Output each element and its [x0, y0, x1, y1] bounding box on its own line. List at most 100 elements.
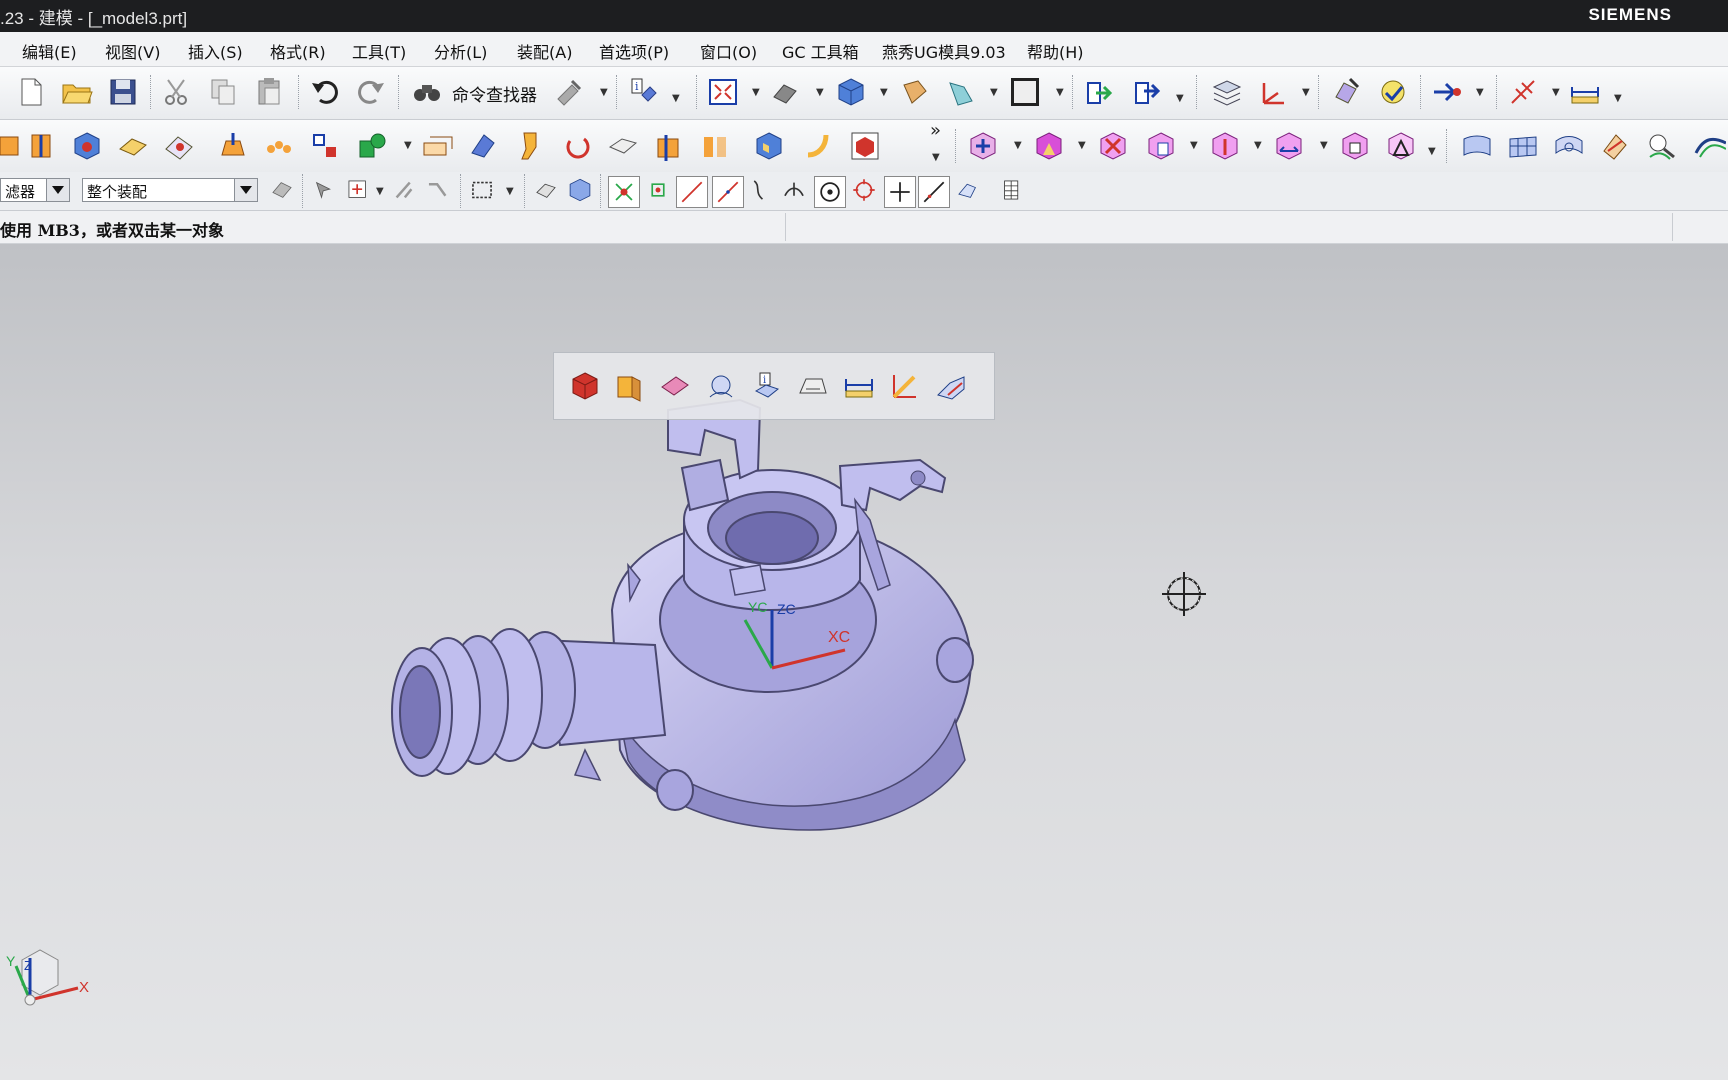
- layer-settings-icon[interactable]: [1210, 75, 1244, 109]
- mold-copy-face-icon[interactable]: [1144, 129, 1178, 163]
- mold-delete-face-icon[interactable]: [1096, 129, 1130, 163]
- chevron-down-icon[interactable]: [46, 179, 69, 201]
- face-icon[interactable]: [116, 129, 150, 163]
- cut-icon[interactable]: [160, 75, 194, 109]
- tube-icon[interactable]: [802, 129, 836, 163]
- menu-edit[interactable]: 编辑(E): [22, 39, 77, 63]
- snap-quadrant-icon[interactable]: [850, 176, 878, 204]
- move-component-icon[interactable]: [1082, 75, 1116, 109]
- shell-icon[interactable]: [752, 129, 786, 163]
- binoculars-icon[interactable]: [410, 75, 444, 109]
- snap-arc-center-icon[interactable]: [814, 176, 846, 208]
- boolean-subtract-icon[interactable]: [848, 129, 882, 163]
- dropdown-arrow-icon[interactable]: ▼: [880, 87, 888, 98]
- menu-window[interactable]: 窗口(O): [700, 39, 757, 63]
- revolve-icon[interactable]: [24, 129, 58, 163]
- dropdown-arrow-icon[interactable]: ▼: [1056, 87, 1064, 98]
- dropdown-arrow-icon[interactable]: ▼: [1320, 140, 1328, 151]
- measure-distance-icon[interactable]: [1568, 75, 1602, 109]
- measure-angle-icon[interactable]: [888, 369, 922, 403]
- sweep-icon[interactable]: [514, 129, 548, 163]
- menu-gc-toolbox[interactable]: GC 工具箱: [782, 39, 859, 63]
- follow-chain-icon[interactable]: [424, 176, 452, 204]
- measure-distance-icon[interactable]: [842, 369, 876, 403]
- menu-assembly[interactable]: 装配(A): [517, 39, 572, 63]
- dropdown-arrow-icon[interactable]: ▼: [752, 87, 760, 98]
- view-triad-icon[interactable]: [944, 75, 978, 109]
- mold-offset-region-icon[interactable]: [1208, 129, 1242, 163]
- menu-yanxiu-mold[interactable]: 燕秀UG模具9.03: [882, 39, 1006, 63]
- save-icon[interactable]: [106, 75, 140, 109]
- section-view-icon[interactable]: [612, 369, 646, 403]
- dropdown-arrow-icon[interactable]: ▼: [1428, 146, 1436, 157]
- feature-curve-selection-icon[interactable]: [344, 176, 372, 204]
- thicken-icon[interactable]: [606, 129, 640, 163]
- surface-offset-icon[interactable]: [1552, 129, 1586, 163]
- extrude-icon[interactable]: [0, 129, 26, 163]
- selection-scope-select[interactable]: 整个装配: [82, 178, 258, 202]
- menu-tools[interactable]: 工具(T): [352, 39, 406, 63]
- dropdown-arrow-icon[interactable]: ▼: [600, 87, 608, 98]
- select-component-icon[interactable]: [566, 176, 594, 204]
- redo-icon[interactable]: [354, 75, 388, 109]
- point-constructor-icon[interactable]: [1430, 75, 1464, 109]
- draft-icon[interactable]: [216, 129, 250, 163]
- dropdown-arrow-icon[interactable]: ▼: [1552, 87, 1560, 98]
- offset-face-icon[interactable]: [420, 129, 454, 163]
- trim-body-icon[interactable]: [466, 129, 500, 163]
- dropdown-arrow-icon[interactable]: ▼: [404, 140, 412, 151]
- snap-midpoint-icon[interactable]: [712, 176, 744, 208]
- dropdown-arrow-icon[interactable]: ▼: [1176, 93, 1184, 104]
- mold-draft-face-icon[interactable]: [1384, 129, 1418, 163]
- face-analysis-icon[interactable]: [658, 369, 692, 403]
- dropdown-arrow-icon[interactable]: ▼: [1302, 87, 1310, 98]
- block-icon[interactable]: [70, 129, 104, 163]
- surface-sew-icon[interactable]: [1598, 129, 1632, 163]
- snap-endpoint-icon[interactable]: [676, 176, 708, 208]
- new-file-icon[interactable]: [14, 75, 48, 109]
- dropdown-arrow-icon[interactable]: ▼: [506, 186, 514, 197]
- open-folder-icon[interactable]: [60, 75, 94, 109]
- background-color-icon[interactable]: [1008, 75, 1042, 109]
- shaded-view-icon[interactable]: [568, 369, 602, 403]
- menu-insert[interactable]: 插入(S): [188, 39, 243, 63]
- grid-snap-icon[interactable]: [1506, 75, 1540, 109]
- touch-mode-icon[interactable]: [552, 75, 586, 109]
- dropdown-arrow-icon[interactable]: ▼: [1254, 140, 1262, 151]
- mold-resize-face-icon[interactable]: [1272, 129, 1306, 163]
- undo-icon[interactable]: [308, 75, 342, 109]
- unite-icon[interactable]: [354, 129, 388, 163]
- surface-through-curves-icon[interactable]: [1460, 129, 1494, 163]
- menu-preferences[interactable]: 首选项(P): [599, 39, 669, 63]
- snap-point-enable-icon[interactable]: [608, 176, 640, 208]
- section-curve-icon[interactable]: [934, 369, 968, 403]
- graphics-window[interactable]: XC YC ZC X Y Z i: [0, 244, 1728, 1080]
- information-icon[interactable]: i: [626, 75, 660, 109]
- dropdown-arrow-icon[interactable]: ▼: [932, 152, 940, 163]
- general-selection-intent-icon[interactable]: [268, 176, 296, 204]
- dropdown-arrow-icon[interactable]: ▼: [1014, 140, 1022, 151]
- split-body-icon[interactable]: [652, 129, 686, 163]
- dropdown-arrow-icon[interactable]: ▼: [376, 186, 384, 197]
- dropdown-arrow-icon[interactable]: ▼: [672, 93, 680, 104]
- combine-icon[interactable]: [308, 129, 342, 163]
- rotate-icon[interactable]: [560, 129, 594, 163]
- edit-object-display-icon[interactable]: [1330, 75, 1364, 109]
- menu-help[interactable]: 帮助(H): [1027, 39, 1084, 63]
- dropdown-arrow-icon[interactable]: ▼: [1614, 93, 1622, 104]
- pattern-feature-icon[interactable]: [262, 129, 296, 163]
- dropdown-arrow-icon[interactable]: ▼: [1190, 140, 1198, 151]
- command-finder-label[interactable]: 命令查找器: [452, 81, 537, 106]
- toolbar-overflow-chevron[interactable]: »: [930, 120, 941, 141]
- mold-cube-move-icon[interactable]: [966, 129, 1000, 163]
- mold-shade-icon[interactable]: [1032, 129, 1066, 163]
- select-body-icon[interactable]: [532, 176, 560, 204]
- assembly-constraint-icon[interactable]: [1130, 75, 1164, 109]
- surface-extend-icon[interactable]: [1692, 129, 1727, 163]
- orient-view-icon[interactable]: [768, 75, 802, 109]
- copy-icon[interactable]: [206, 75, 240, 109]
- snap-point-on-face-icon[interactable]: [918, 176, 950, 208]
- surface-reflection-icon[interactable]: [704, 369, 738, 403]
- surface-mesh-icon[interactable]: [1506, 129, 1540, 163]
- dropdown-arrow-icon[interactable]: ▼: [1078, 140, 1086, 151]
